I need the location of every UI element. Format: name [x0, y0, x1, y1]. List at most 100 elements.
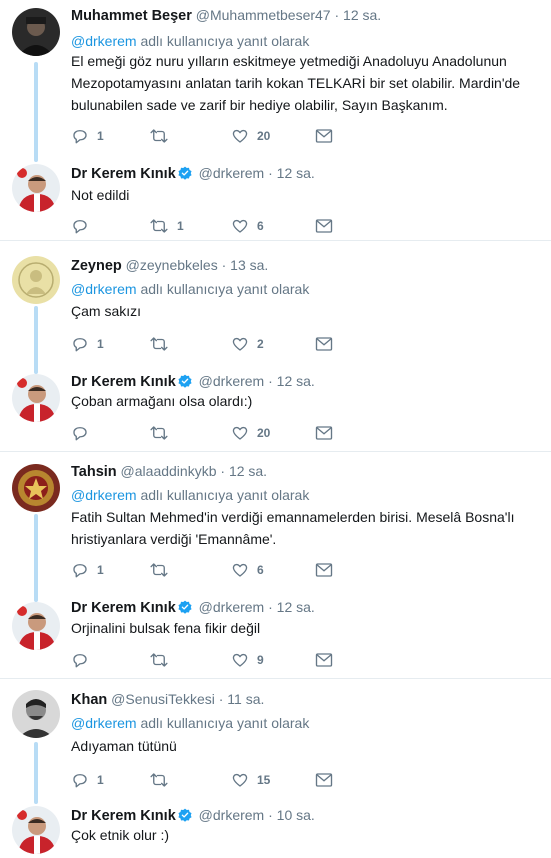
retweet-button[interactable]: [149, 423, 177, 443]
reply-count: 1: [97, 337, 104, 351]
author-name[interactable]: Muhammet Beşer: [71, 8, 192, 24]
envelope-icon: [315, 563, 333, 577]
reply-prefix-label: adlı kullanıcıya yanıt olarak: [140, 487, 310, 503]
separator-dot: ·: [268, 599, 273, 615]
author-handle[interactable]: @SenusiTekkesi: [111, 691, 215, 707]
heart-icon: [232, 773, 248, 787]
reply-count: 1: [97, 773, 104, 787]
like-button[interactable]: 20: [231, 126, 270, 146]
reply-icon: [73, 338, 87, 352]
author-name[interactable]: Dr Kerem Kınık: [71, 600, 176, 616]
timestamp[interactable]: 12 sa.: [229, 463, 267, 479]
like-button[interactable]: 6: [231, 560, 264, 580]
timestamp[interactable]: 10 sa.: [277, 807, 315, 823]
direct-message-button[interactable]: [315, 650, 333, 670]
author-handle[interactable]: @alaaddinkykb: [121, 463, 217, 479]
reply-count: 1: [97, 129, 104, 143]
retweet-button[interactable]: [149, 650, 177, 670]
retweet-button[interactable]: [149, 334, 177, 354]
mention-link[interactable]: @drkerem: [71, 281, 137, 297]
reply-button[interactable]: [71, 216, 97, 236]
heart-icon: [232, 563, 248, 577]
like-button[interactable]: 15: [231, 770, 270, 790]
reply-icon: [73, 564, 87, 578]
avatar-drkerem[interactable]: [12, 164, 60, 212]
tweet-text: Orjinalini bulsak fena fikir değil: [71, 620, 261, 636]
tweet-header: Dr Kerem Kınık @drkerem · 12 sa.: [71, 164, 315, 183]
retweet-icon: [150, 129, 168, 143]
verified-badge-icon: [178, 808, 192, 822]
reply-button[interactable]: [71, 423, 97, 443]
reply-icon: [73, 774, 87, 788]
like-button[interactable]: 6: [231, 216, 264, 236]
author-name[interactable]: Dr Kerem Kınık: [71, 374, 176, 390]
avatar-drkerem[interactable]: [12, 806, 60, 854]
retweet-button[interactable]: [149, 560, 177, 580]
mention-link[interactable]: @drkerem: [71, 715, 137, 731]
tweet-header: Tahsin @alaaddinkykb · 12 sa.: [71, 462, 267, 481]
direct-message-button[interactable]: [315, 334, 333, 354]
author-handle[interactable]: @drkerem: [199, 373, 265, 389]
author-name[interactable]: Tahsin: [71, 464, 117, 480]
like-button[interactable]: 9: [231, 650, 264, 670]
heart-icon: [232, 337, 248, 351]
mention-link[interactable]: @drkerem: [71, 33, 137, 49]
like-button[interactable]: 2: [231, 334, 264, 354]
timestamp[interactable]: 12 sa.: [343, 7, 381, 23]
author-name[interactable]: Khan: [71, 692, 107, 708]
envelope-icon: [315, 337, 333, 351]
like-count: 20: [257, 129, 271, 143]
tweet-text: Çok etnik olur :): [71, 827, 170, 843]
timestamp[interactable]: 11 sa.: [227, 691, 264, 707]
avatar-zeynep[interactable]: [12, 256, 60, 304]
like-count: 6: [257, 219, 264, 233]
retweet-icon: [150, 219, 168, 233]
timestamp[interactable]: 13 sa.: [230, 257, 268, 273]
reply-context: @drkerem adlı kullanıcıya yanıt olarak: [71, 714, 309, 732]
direct-message-button[interactable]: [315, 126, 333, 146]
direct-message-button[interactable]: [315, 216, 333, 236]
retweet-button[interactable]: [149, 126, 177, 146]
tweet-header: Dr Kerem Kınık @drkerem · 12 sa.: [71, 598, 315, 617]
like-button[interactable]: 20: [231, 423, 270, 443]
heart-icon: [232, 219, 248, 233]
envelope-icon: [315, 129, 333, 143]
reply-button[interactable]: 1: [71, 334, 104, 354]
avatar-khan[interactable]: [12, 690, 60, 738]
direct-message-button[interactable]: [315, 560, 333, 580]
reply-button[interactable]: [71, 650, 97, 670]
timestamp[interactable]: 12 sa.: [277, 165, 315, 181]
direct-message-button[interactable]: [315, 423, 333, 443]
avatar-drkerem[interactable]: [12, 602, 60, 650]
author-name[interactable]: Dr Kerem Kınık: [71, 808, 176, 824]
like-count: 6: [257, 563, 264, 577]
retweet-button[interactable]: 1: [149, 216, 184, 236]
author-handle[interactable]: @zeynebkeles: [126, 257, 218, 273]
mention-link[interactable]: @drkerem: [71, 487, 137, 503]
avatar-muhammet[interactable]: [12, 8, 60, 56]
author-handle[interactable]: @drkerem: [199, 807, 265, 823]
tweet-header: Dr Kerem Kınık @drkerem · 12 sa.: [71, 372, 315, 391]
retweet-button[interactable]: [149, 770, 177, 790]
direct-message-button[interactable]: [315, 770, 333, 790]
avatar-drkerem[interactable]: [12, 374, 60, 422]
reply-context: @drkerem adlı kullanıcıya yanıt olarak: [71, 32, 309, 50]
separator-dot: ·: [218, 691, 224, 707]
reply-count: 1: [97, 563, 104, 577]
author-name[interactable]: Zeynep: [71, 258, 122, 274]
reply-prefix-label: adlı kullanıcıya yanıt olarak: [140, 281, 310, 297]
tweet-header: Dr Kerem Kınık @drkerem · 10 sa.: [71, 806, 315, 825]
author-handle[interactable]: @drkerem: [199, 165, 265, 181]
reply-button[interactable]: 1: [71, 560, 104, 580]
author-name[interactable]: Dr Kerem Kınık: [71, 166, 176, 182]
reply-button[interactable]: 1: [71, 770, 104, 790]
reply-button[interactable]: 1: [71, 126, 104, 146]
author-handle[interactable]: @Muhammetbeser47: [196, 7, 331, 23]
avatar-tahsin[interactable]: [12, 464, 60, 512]
timestamp[interactable]: 12 sa.: [277, 373, 315, 389]
timestamp[interactable]: 12 sa.: [277, 599, 315, 615]
heart-icon: [232, 129, 248, 143]
separator-dot: ·: [268, 165, 273, 181]
like-count: 15: [257, 773, 271, 787]
author-handle[interactable]: @drkerem: [199, 599, 265, 615]
